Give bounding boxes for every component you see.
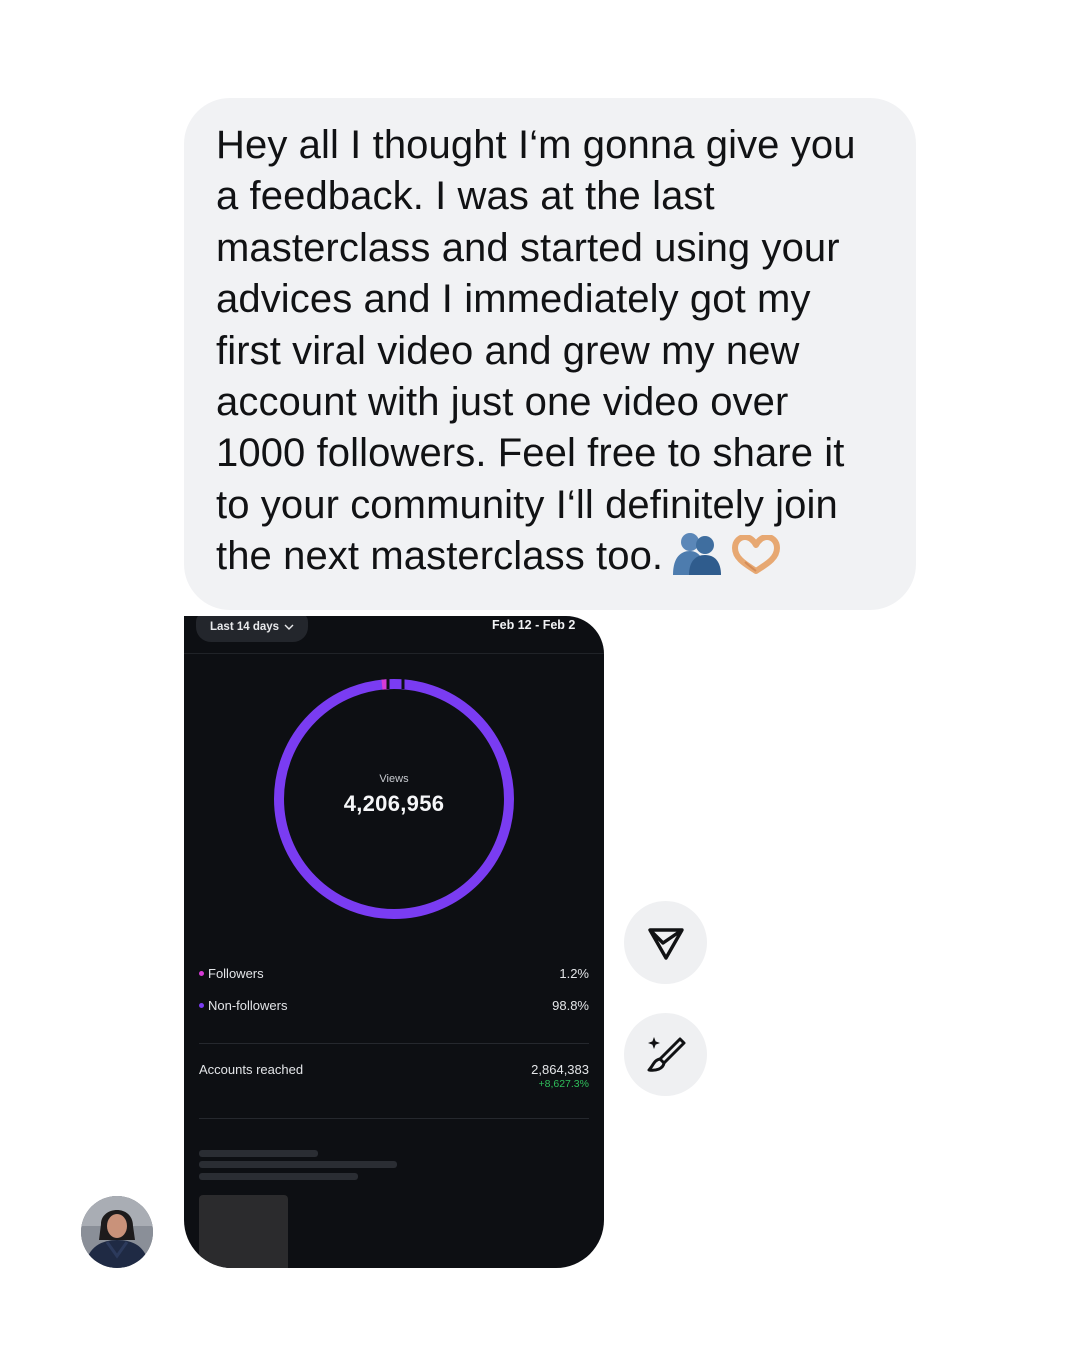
accounts-reached-value: 2,864,383	[531, 1062, 589, 1077]
legend-non-followers-value: 98.8%	[552, 998, 589, 1013]
chevron-down-icon	[284, 624, 294, 630]
range-label: Last 14 days	[210, 621, 280, 633]
legend-followers: Followers 1.2%	[199, 966, 589, 986]
legend-followers-label: Followers	[208, 966, 264, 981]
views-donut-chart: Views 4,206,956	[271, 676, 517, 922]
heart-hands-emoji	[731, 534, 781, 588]
magic-brush-icon	[647, 1036, 685, 1072]
legend-non-followers-label: Non-followers	[208, 998, 288, 1013]
people-hugging-emoji	[671, 531, 723, 588]
divider	[199, 1043, 589, 1044]
edit-button[interactable]	[624, 1013, 707, 1096]
send-icon	[647, 927, 684, 960]
loading-placeholder	[199, 1161, 397, 1168]
legend-non-followers: Non-followers 98.8%	[199, 998, 589, 1018]
views-value: 4,206,956	[343, 791, 445, 816]
date-range-selector[interactable]: Last 14 days	[196, 616, 309, 642]
loading-placeholder	[199, 1150, 318, 1157]
date-range-text: Feb 12 - Feb 2	[492, 618, 576, 632]
message-bubble[interactable]: Hey all I thought I‘m gonna give you a f…	[184, 98, 916, 610]
insights-screenshot[interactable]: Last 14 days Feb 12 - Feb 2 Views 4,206,…	[184, 616, 604, 1268]
avatar[interactable]	[81, 1196, 153, 1268]
accounts-reached-delta: +8,627.3%	[538, 1078, 589, 1090]
loading-placeholder	[199, 1173, 358, 1180]
message-text: Hey all I thought I‘m gonna give you a f…	[216, 123, 856, 579]
divider	[199, 1118, 589, 1119]
accounts-reached-label: Accounts reached	[199, 1062, 304, 1077]
legend-followers-value: 1.2%	[559, 966, 589, 981]
non-followers-dot	[199, 1003, 204, 1009]
post-thumbnail[interactable]	[199, 1195, 288, 1268]
share-button[interactable]	[624, 901, 707, 984]
views-label: Views	[379, 773, 409, 785]
insights-header: Last 14 days Feb 12 - Feb 2	[184, 616, 604, 654]
followers-dot	[199, 971, 204, 977]
